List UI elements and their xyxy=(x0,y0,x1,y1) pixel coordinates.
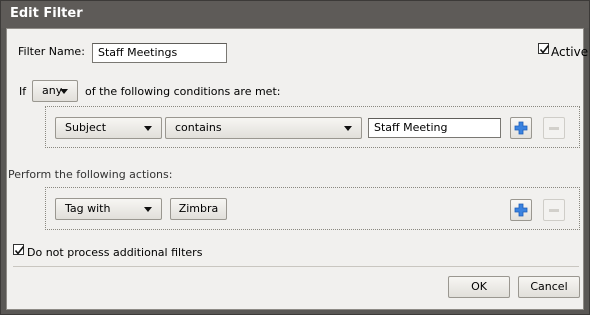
stop-processing-label: Do not process additional filters xyxy=(27,246,203,259)
footer-separator xyxy=(13,266,579,267)
dialog-titlebar[interactable]: Edit Filter xyxy=(1,1,589,28)
remove-action-button[interactable] xyxy=(543,199,565,221)
minus-icon xyxy=(549,127,559,130)
add-condition-button[interactable] xyxy=(510,117,532,139)
cancel-button[interactable]: Cancel xyxy=(518,276,580,298)
add-action-button[interactable] xyxy=(510,199,532,221)
filter-name-input[interactable]: Staff Meetings xyxy=(92,43,227,63)
conditions-suffix-label: of the following conditions are met: xyxy=(85,85,281,98)
active-label: Active xyxy=(551,45,589,59)
ok-button[interactable]: OK xyxy=(448,276,510,298)
active-checkbox[interactable] xyxy=(538,43,550,54)
condition-field-value: Subject xyxy=(65,121,107,134)
remove-condition-button[interactable] xyxy=(543,117,565,139)
tag-select-button[interactable]: Zimbra xyxy=(170,198,227,220)
chevron-down-icon xyxy=(144,207,152,212)
plus-icon xyxy=(514,121,528,135)
checkmark-icon xyxy=(539,45,550,54)
condition-field-select[interactable]: Subject xyxy=(55,117,162,139)
filter-name-label: Filter Name: xyxy=(18,45,85,58)
chevron-down-icon xyxy=(344,126,352,131)
edit-filter-dialog: Edit Filter Filter Name: Staff Meetings … xyxy=(0,0,590,315)
stop-processing-checkbox[interactable] xyxy=(13,244,25,255)
action-type-value: Tag with xyxy=(65,202,111,215)
dialog-body: Filter Name: Staff Meetings Active If an… xyxy=(6,28,588,310)
if-label: If xyxy=(19,85,27,98)
condition-operator-value: contains xyxy=(175,121,222,134)
condition-value-input[interactable]: Staff Meeting xyxy=(368,118,501,138)
plus-icon xyxy=(514,203,528,217)
match-select[interactable]: any xyxy=(32,80,78,102)
chevron-down-icon xyxy=(144,126,152,131)
checkmark-icon xyxy=(14,246,25,255)
actions-label: Perform the following actions: xyxy=(8,168,173,181)
action-type-select[interactable]: Tag with xyxy=(55,198,162,220)
minus-icon xyxy=(549,209,559,212)
dialog-title: Edit Filter xyxy=(10,6,83,21)
conditions-box: Subject contains Staff Meeting xyxy=(45,106,580,148)
condition-operator-select[interactable]: contains xyxy=(165,117,362,139)
chevron-down-icon xyxy=(60,89,68,94)
actions-box: Tag with Zimbra xyxy=(45,187,580,230)
